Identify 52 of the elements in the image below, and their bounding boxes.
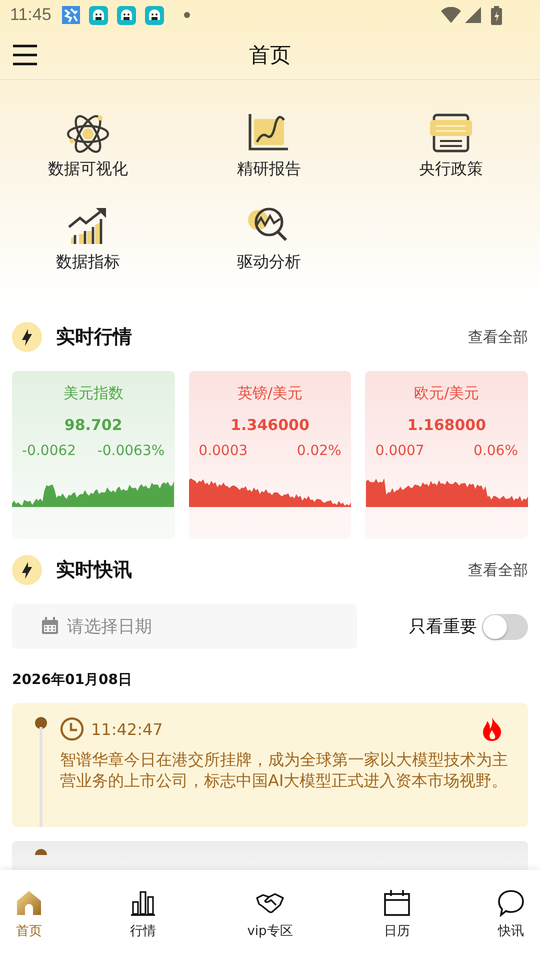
bar-chart-icon [129, 889, 157, 917]
tab-item[interactable]: vip专区 [230, 870, 310, 960]
shortcut-item[interactable]: 央行政策 [419, 112, 483, 205]
quote-percent: 0.06% [474, 443, 518, 459]
section-title: 实时快讯 [56, 558, 133, 583]
calendar-icon [383, 889, 411, 917]
news-text: 智谱华章今日在港交所挂牌，成为全球第一家以大模型技术为主营业务的上市公司，标志中国AI大模型正式进入资本市场视野。 [60, 749, 509, 791]
tab-item[interactable]: 行情 [116, 870, 170, 960]
signal-icon [465, 7, 481, 23]
quote-name: 欧元/美元 [414, 384, 480, 403]
clock-icon [60, 717, 84, 741]
lightning-icon [12, 555, 42, 585]
app-notification-icon [62, 6, 80, 24]
tab-item[interactable]: 首页 [2, 870, 56, 960]
quote-name: 美元指数 [63, 384, 124, 403]
chat-bubble-icon [497, 889, 525, 917]
section-title: 实时行情 [56, 325, 133, 350]
quote-percent: -0.0063% [97, 443, 165, 459]
lightning-icon [12, 322, 42, 352]
robot-notification-icon [117, 6, 136, 24]
date-field[interactable]: 请选择日期 [12, 604, 357, 649]
news-time: 11:42:47 [91, 720, 163, 738]
document-icon [429, 112, 473, 154]
quote-change: -0.0062 [22, 443, 76, 459]
menu-icon[interactable] [12, 44, 38, 66]
quote-change: 0.0007 [375, 443, 424, 459]
tab-item[interactable]: 快讯 [484, 870, 538, 960]
page-title: 首页 [249, 42, 291, 68]
tab-item[interactable]: 日历 [370, 870, 424, 960]
atom-icon [66, 112, 110, 154]
status-time: 11:45 [10, 5, 52, 25]
robot-notification-icon [89, 6, 108, 24]
quote-percent: 0.02% [296, 443, 342, 459]
toggle-switch[interactable] [482, 614, 528, 640]
quote-price: 98.702 [64, 416, 122, 434]
shortcut-item[interactable]: 数据指标 [56, 205, 120, 298]
quote-name: 英镑/美元 [237, 384, 303, 403]
robot-notification-icon [145, 6, 164, 24]
quote-price: 1.346000 [230, 416, 310, 434]
view-all-link[interactable]: 查看全部 [468, 328, 528, 346]
date-heading: 2026年01月08日 [11, 671, 133, 690]
shortcut-item[interactable]: 精研报告 [237, 112, 301, 205]
more-notifications-icon [183, 11, 192, 19]
shortcut-item[interactable]: 数据可视化 [48, 112, 128, 205]
shortcut-item[interactable]: 驱动分析 [237, 205, 301, 298]
filter-label: 只看重要 [409, 616, 477, 638]
quote-change: 0.0003 [198, 443, 248, 459]
wifi-icon [441, 7, 461, 23]
view-all-link[interactable]: 查看全部 [468, 560, 528, 580]
quote-price: 1.168000 [407, 416, 486, 434]
home-icon [15, 889, 43, 917]
battery-icon [491, 6, 502, 24]
